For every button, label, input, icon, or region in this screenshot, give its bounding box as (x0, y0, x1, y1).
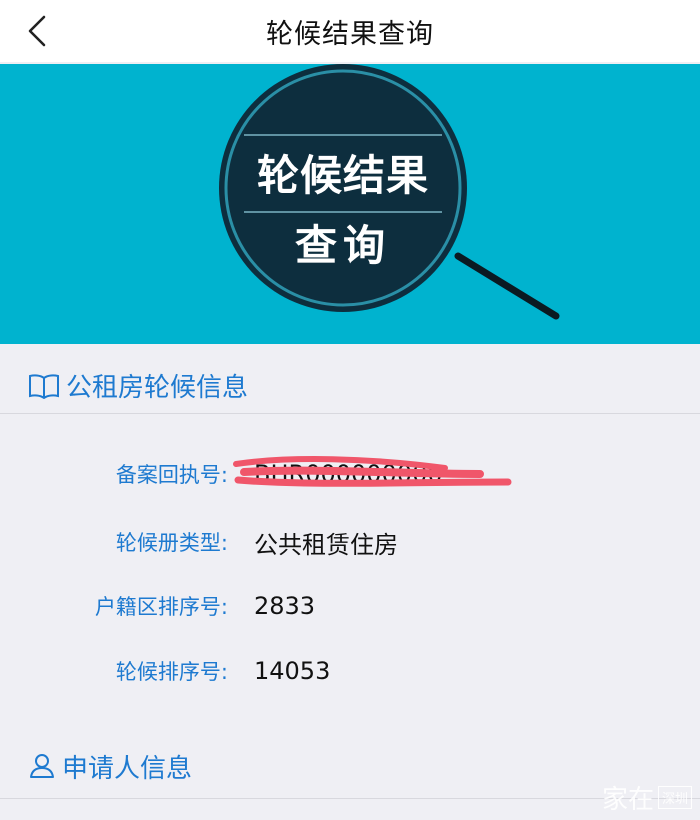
banner: 轮候结果 查询 (0, 64, 700, 344)
section-housing-title: 公租房轮候信息 (66, 373, 249, 403)
chevron-left-icon (28, 15, 46, 47)
watermark-sub: 深圳 (657, 786, 692, 809)
watermark: 家在 深圳 (602, 779, 692, 816)
divider (0, 798, 700, 799)
info-row-waitlist-type: 轮候册类型: 公共租赁住房 (0, 522, 700, 562)
book-icon (28, 373, 60, 399)
waitlist-rank-label: 轮候排序号: (115, 660, 228, 684)
watermark-main: 家在 (601, 785, 654, 815)
district-rank-value: 2833 (254, 592, 316, 620)
banner-title-line2: 查询 (294, 221, 391, 270)
section-applicant-title: 申请人信息 (62, 753, 193, 784)
page-title: 轮候结果查询 (266, 18, 434, 50)
info-row-district-rank: 户籍区排序号: 2833 (0, 586, 700, 626)
info-row-waitlist-rank: 轮候排序号: 14053 (0, 651, 700, 691)
receipt-number-label: 备案回执号: (115, 463, 228, 487)
waitlist-type-value: 公共租赁住房 (254, 530, 398, 559)
section-applicant-header[interactable]: 申请人信息 (0, 740, 700, 792)
person-icon (28, 753, 56, 779)
district-rank-label: 户籍区排序号: (94, 595, 228, 619)
magnifier-graphic (219, 64, 560, 320)
waitlist-rank-value: 14053 (254, 657, 331, 685)
waitlist-type-label: 轮候册类型: (115, 531, 228, 555)
nav-bar: 轮候结果查询 (0, 0, 700, 62)
redaction-scribble (233, 456, 512, 487)
banner-title-line1: 轮候结果 (256, 151, 429, 200)
section-housing-header: 公租房轮候信息 (0, 358, 700, 414)
back-button[interactable] (14, 8, 60, 54)
